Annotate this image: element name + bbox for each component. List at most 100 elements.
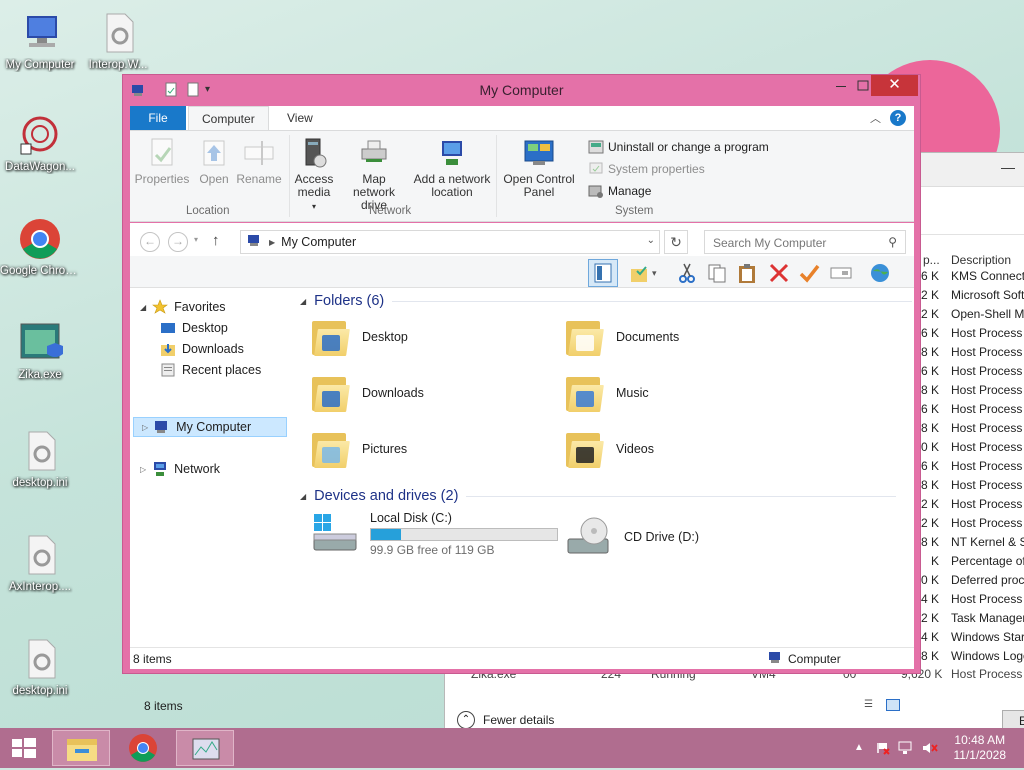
access-media-button[interactable]: Access media ▾ [290,137,338,213]
file-explorer-icon [67,739,97,761]
system-properties-button[interactable]: System properties [588,161,705,177]
nav-network[interactable]: ▷ Network [140,459,220,479]
settings-file-icon [95,10,141,56]
search-input[interactable]: Search My Computer ⚲ [704,230,906,254]
minimize-button[interactable] [827,75,855,96]
network-drive-icon [358,137,390,169]
desktop-icon-chrome[interactable]: Google Chrome [0,216,80,278]
uninstall-icon [588,139,604,155]
collapse-ribbon-icon[interactable]: ︿ [870,110,881,126]
forward-button[interactable]: → [168,232,188,252]
folder-documents[interactable]: Documents [564,317,679,357]
network-tray-icon[interactable] [898,741,912,755]
up-button[interactable]: ↑ [212,232,220,249]
settings-file-icon [17,428,63,474]
ribbon: Properties Open Rename Location Access m… [130,130,914,222]
action-center-icon[interactable] [876,741,890,755]
tab-file[interactable]: File [130,106,186,130]
preview-pane-icon[interactable] [588,259,618,287]
explorer-titlebar[interactable]: ▾ My Computer ✕ [123,75,920,105]
nav-favorites[interactable]: ◢ Favorites [140,297,226,317]
toolbar-dropdown-icon[interactable]: ▾ [652,268,674,290]
desktop-icon-zika[interactable]: Zika.exe [0,320,80,382]
folder-downloads[interactable]: Downloads [310,373,424,413]
rename-toolbar-icon[interactable] [830,262,852,284]
group-label-system: System [615,205,654,217]
map-network-drive-button[interactable]: Map network drive [338,137,410,212]
show-hidden-icons-icon[interactable]: ▲ [852,742,866,756]
clock-time: 10:48 AM [954,733,1006,747]
manage-button[interactable]: Manage [588,183,651,199]
start-button[interactable] [0,730,48,766]
drives-section-header[interactable]: ◢ Devices and drives (2) [300,488,897,504]
drive-local-disk-c[interactable]: Local Disk (C:) 99.9 GB free of 119 GB [310,511,558,557]
nav-my-computer[interactable]: ▷ My Computer [133,417,287,437]
help-icon[interactable]: ? [890,110,906,126]
taskbar-explorer-button[interactable] [52,730,110,766]
folder-videos[interactable]: Videos [564,429,654,469]
globe-icon[interactable] [868,262,890,284]
desktop-icon-desktop-ini[interactable]: desktop.ini [0,428,80,490]
computer-icon [17,10,63,56]
fewer-details-button[interactable]: ⌃ Fewer details [457,711,554,728]
details-view-icon[interactable]: ☰ [864,699,880,711]
folder-properties-icon[interactable] [628,262,650,284]
tab-computer[interactable]: Computer [188,106,269,131]
recent-locations-icon[interactable]: ▾ [194,235,198,244]
add-network-location-button[interactable]: Add a network location [412,137,492,199]
folders-section-header[interactable]: ◢ Folders (6) [300,293,913,309]
media-server-icon [298,137,330,169]
drive-c-usage-fill [371,529,401,540]
properties-button[interactable]: Properties [132,137,192,186]
folder-pictures[interactable]: Pictures [310,429,407,469]
taskbar-clock[interactable]: 10:48 AM 11/1/2028 [954,733,1007,763]
section-divider [392,300,913,302]
section-divider [466,495,897,497]
computer-icon [247,234,263,251]
task-manager-minimize-button[interactable]: — [1001,159,1015,175]
desktop-icon [160,320,176,336]
volume-muted-icon[interactable] [922,741,938,755]
settings-file-icon [17,532,63,578]
large-icons-view-icon[interactable] [886,699,900,711]
desktop-icon-my-computer[interactable]: My Computer [0,10,80,72]
uninstall-program-button[interactable]: Uninstall or change a program [588,139,769,155]
address-bar-row: ← → ▾ ↑ ▶ My Computer ⌄ ↻ Search My Comp… [134,229,918,255]
address-dropdown-icon[interactable]: ⌄ [647,235,655,246]
back-button[interactable]: ← [140,232,160,252]
delete-icon[interactable] [768,262,790,284]
taskbar-task-manager-button[interactable] [176,730,234,766]
paste-icon[interactable] [736,262,758,284]
nav-desktop[interactable]: Desktop [160,318,228,338]
desktop-icon-desktop-ini-2[interactable]: desktop.ini [0,636,80,698]
system-properties-icon [588,161,604,177]
close-button[interactable]: ✕ [871,75,918,96]
desktop-icon-interop[interactable]: Interop.W... [78,10,158,72]
rename-button[interactable]: Rename [236,137,282,186]
settings-file-icon [17,636,63,682]
music-folder-icon [564,373,604,413]
check-icon[interactable] [798,262,820,284]
desktop-icon-axinterop[interactable]: AxInterop.... [0,532,80,594]
drive-cd-d[interactable]: CD Drive (D:) [564,515,699,559]
network-icon [152,461,168,477]
collapse-arrow-icon: ◢ [300,296,307,306]
nav-downloads[interactable]: Downloads [160,339,244,359]
copy-icon[interactable] [706,262,728,284]
open-control-panel-button[interactable]: Open Control Panel [502,137,576,199]
folder-music[interactable]: Music [564,373,649,413]
pictures-folder-icon [310,429,350,469]
taskbar-chrome-button[interactable] [114,730,172,766]
network-location-icon [436,137,468,169]
end-task-button[interactable]: E [1002,710,1024,728]
open-button[interactable]: Open [194,137,234,186]
refresh-button[interactable]: ↻ [664,230,688,254]
desktop-icon-datawagon[interactable]: DataWagon... [0,112,80,174]
address-box[interactable]: ▶ My Computer ⌄ [240,230,660,254]
clock-date: 11/1/2028 [953,748,1007,762]
nav-recent-places[interactable]: Recent places [160,360,261,380]
desktop-folder-icon [310,317,350,357]
folder-desktop[interactable]: Desktop [310,317,408,357]
cut-icon[interactable] [676,262,698,284]
tab-view[interactable]: View [274,106,326,130]
